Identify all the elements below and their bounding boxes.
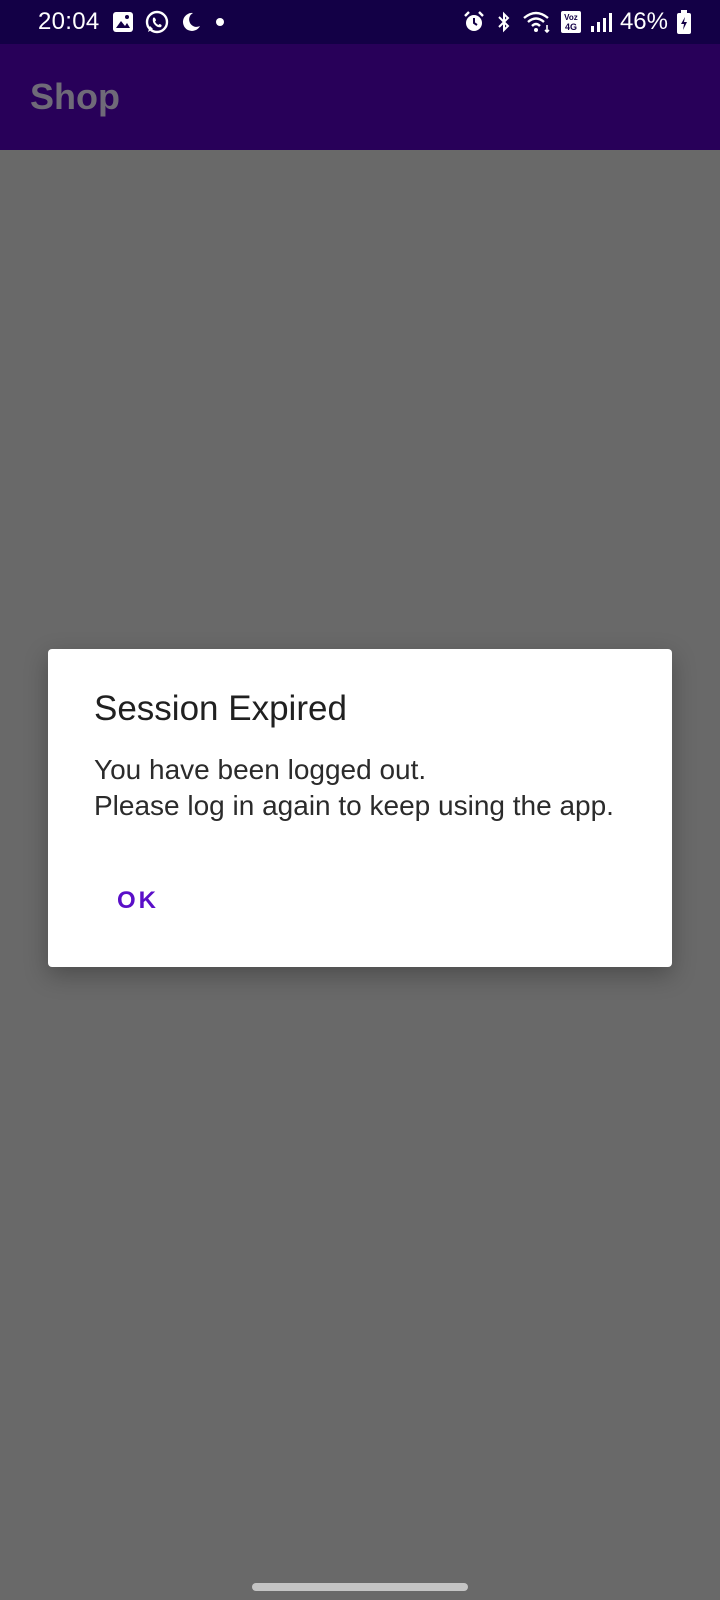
dialog-title: Session Expired — [94, 689, 347, 728]
gallery-icon — [112, 11, 134, 33]
volte-icon: Voz 4G — [560, 10, 582, 34]
status-left: 20:04 — [38, 0, 228, 44]
moon-icon — [180, 11, 202, 33]
dialog-message: You have been logged out. Please log in … — [94, 754, 614, 821]
app-bar: Shop — [0, 44, 720, 150]
status-time: 20:04 — [38, 8, 100, 35]
battery-percent: 46% — [619, 8, 668, 35]
ok-button[interactable]: OK — [94, 871, 182, 931]
signal-icon — [590, 11, 612, 33]
svg-text:Voz: Voz — [564, 13, 578, 22]
dot-icon — [212, 14, 228, 30]
status-right: Voz 4G 46% — [462, 0, 692, 44]
app-title: Shop — [30, 76, 120, 117]
bluetooth-icon — [494, 10, 514, 34]
session-expired-dialog: Session Expired You have been logged out… — [48, 649, 672, 967]
home-indicator[interactable] — [252, 1583, 468, 1591]
whatsapp-icon — [144, 9, 170, 35]
status-bar: 20:04 Voz 4G 46% — [0, 0, 720, 44]
wifi-icon — [522, 10, 552, 34]
alarm-icon — [462, 10, 486, 34]
svg-text:4G: 4G — [565, 22, 577, 32]
battery-icon — [676, 9, 692, 35]
